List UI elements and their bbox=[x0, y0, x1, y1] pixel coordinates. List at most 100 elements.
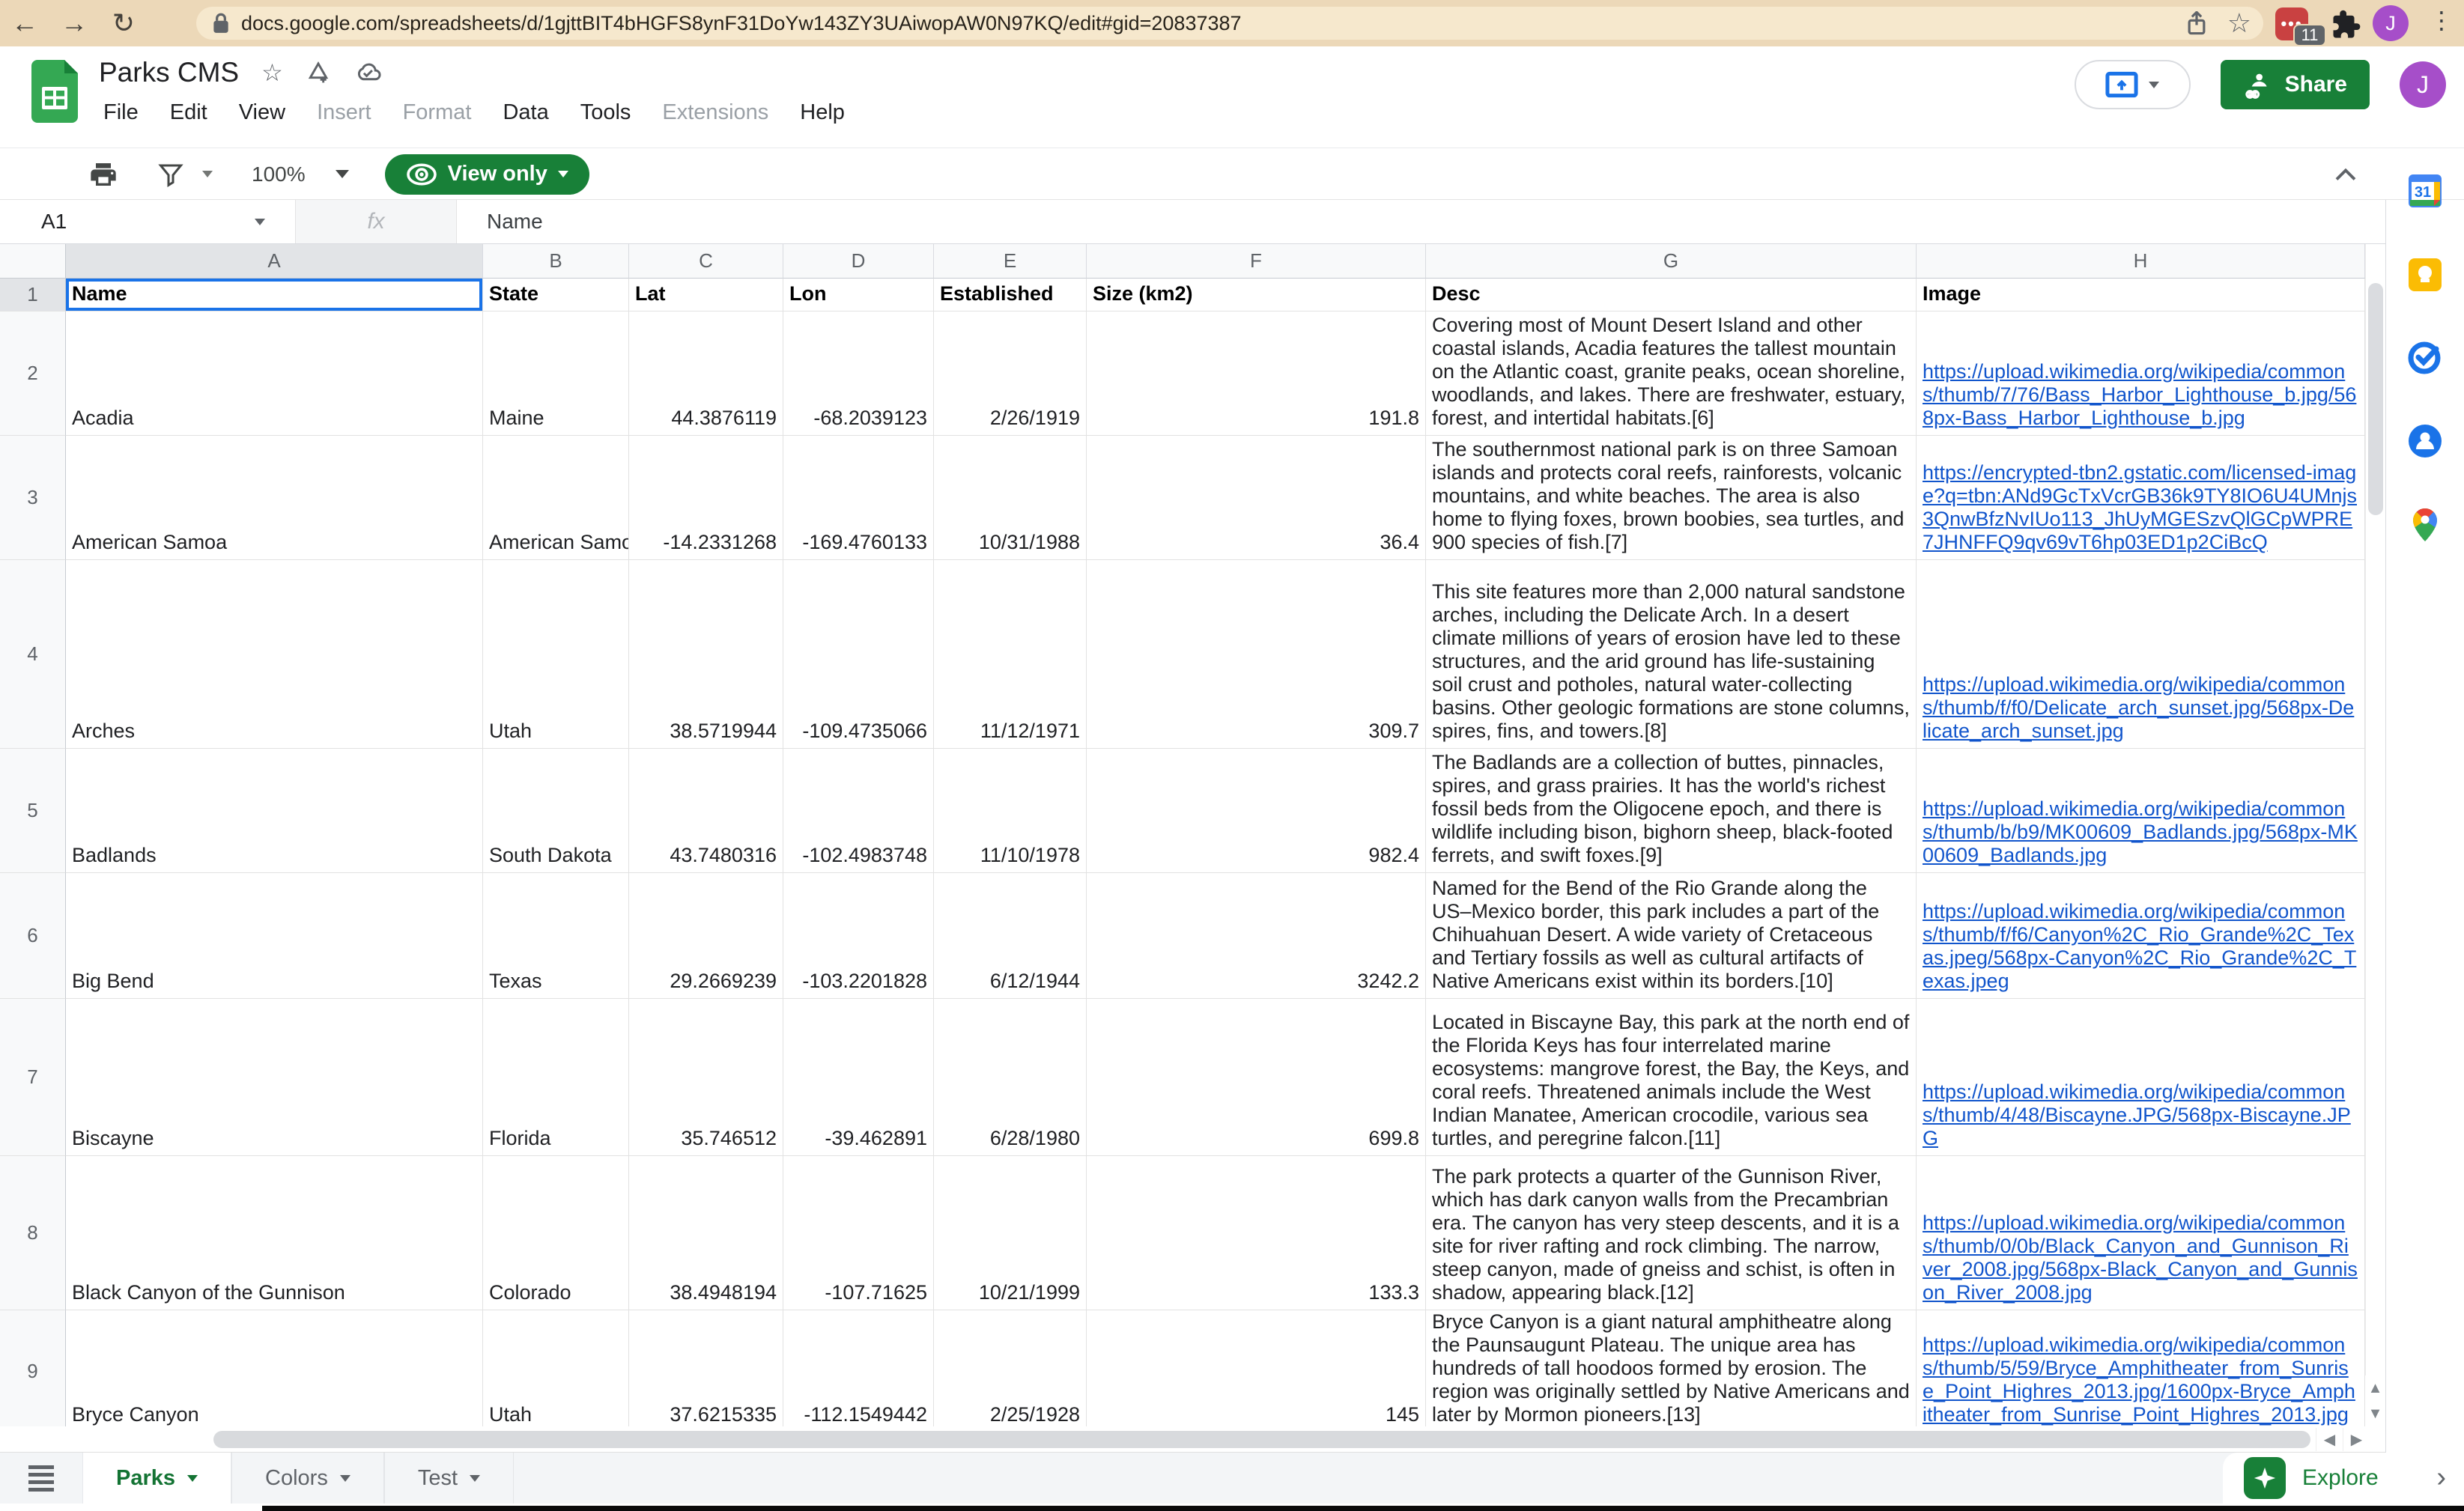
cell-B2[interactable]: Maine bbox=[483, 311, 629, 436]
contacts-icon[interactable] bbox=[2406, 422, 2445, 460]
formula-input[interactable]: Name bbox=[457, 210, 543, 234]
sheet-tab-caret-icon[interactable] bbox=[470, 1475, 480, 1482]
calendar-icon[interactable]: 31 bbox=[2406, 171, 2445, 210]
cell-F3[interactable]: 36.4 bbox=[1087, 436, 1426, 560]
menu-tools[interactable]: Tools bbox=[580, 100, 631, 125]
cell-E3[interactable]: 10/31/1988 bbox=[934, 436, 1087, 560]
horizontal-scrollbar[interactable]: ◀ ▶ bbox=[0, 1426, 2464, 1453]
image-link[interactable]: https://upload.wikimedia.org/wikipedia/c… bbox=[1923, 360, 2358, 430]
zoom-caret-icon[interactable] bbox=[336, 170, 349, 178]
cell-A2[interactable]: Acadia bbox=[66, 311, 483, 436]
expand-side-panel-icon[interactable]: › bbox=[2436, 1462, 2446, 1494]
star-icon[interactable]: ☆ bbox=[261, 58, 283, 87]
cell-A4[interactable]: Arches bbox=[66, 560, 483, 749]
print-icon[interactable] bbox=[88, 159, 118, 189]
cell-E9[interactable]: 2/25/1928 bbox=[934, 1310, 1087, 1426]
cell-F4[interactable]: 309.7 bbox=[1087, 560, 1426, 749]
menu-file[interactable]: File bbox=[103, 100, 139, 125]
cell-C7[interactable]: 35.746512 bbox=[629, 999, 783, 1156]
cell-G3[interactable]: The southernmost national park is on thr… bbox=[1426, 436, 1917, 560]
sheet-tab-caret-icon[interactable] bbox=[340, 1475, 351, 1482]
cell-C2[interactable]: 44.3876119 bbox=[629, 311, 783, 436]
column-header-F[interactable]: F bbox=[1087, 244, 1426, 279]
cell-B9[interactable]: Utah bbox=[483, 1310, 629, 1426]
sheet-tab-colors[interactable]: Colors bbox=[231, 1453, 384, 1504]
row-header-3[interactable]: 3 bbox=[0, 436, 66, 560]
column-header-G[interactable]: G bbox=[1426, 244, 1917, 279]
add-shortcut-icon[interactable] bbox=[306, 61, 331, 85]
cell-E1[interactable]: Established bbox=[934, 279, 1087, 311]
filter-caret-icon[interactable] bbox=[202, 171, 213, 177]
cell-G9[interactable]: Bryce Canyon is a giant natural amphithe… bbox=[1426, 1310, 1917, 1426]
tasks-icon[interactable] bbox=[2406, 338, 2445, 377]
cell-D6[interactable]: -103.2201828 bbox=[783, 873, 934, 999]
cell-G7[interactable]: Located in Biscayne Bay, this park at th… bbox=[1426, 999, 1917, 1156]
cell-C3[interactable]: -14.2331268 bbox=[629, 436, 783, 560]
cell-B8[interactable]: Colorado bbox=[483, 1156, 629, 1310]
cell-H3[interactable]: https://encrypted-tbn2.gstatic.com/licen… bbox=[1917, 436, 2365, 560]
menu-help[interactable]: Help bbox=[800, 100, 845, 125]
cell-H9[interactable]: https://upload.wikimedia.org/wikipedia/c… bbox=[1917, 1310, 2365, 1426]
cell-D9[interactable]: -112.1549442 bbox=[783, 1310, 934, 1426]
row-header-5[interactable]: 5 bbox=[0, 749, 66, 873]
all-sheets-icon[interactable] bbox=[0, 1453, 82, 1504]
cell-B7[interactable]: Florida bbox=[483, 999, 629, 1156]
cell-E6[interactable]: 6/12/1944 bbox=[934, 873, 1087, 999]
url-bar[interactable]: docs.google.com/spreadsheets/d/1gjttBIT4… bbox=[196, 7, 2263, 40]
vertical-scrollbar-thumb[interactable] bbox=[2368, 283, 2383, 515]
row-header-1[interactable]: 1 bbox=[0, 279, 66, 311]
cell-A9[interactable]: Bryce Canyon bbox=[66, 1310, 483, 1426]
menu-view[interactable]: View bbox=[239, 100, 285, 125]
cell-H7[interactable]: https://upload.wikimedia.org/wikipedia/c… bbox=[1917, 999, 2365, 1156]
view-only-button[interactable]: View only bbox=[385, 154, 589, 195]
cell-B3[interactable]: American Samoa bbox=[483, 436, 629, 560]
image-link[interactable]: https://upload.wikimedia.org/wikipedia/c… bbox=[1923, 673, 2358, 743]
cell-C8[interactable]: 38.4948194 bbox=[629, 1156, 783, 1310]
name-box[interactable]: A1 bbox=[0, 200, 296, 243]
cell-C6[interactable]: 29.2669239 bbox=[629, 873, 783, 999]
row-header-2[interactable]: 2 bbox=[0, 311, 66, 436]
cell-E5[interactable]: 11/10/1978 bbox=[934, 749, 1087, 873]
scroll-down-icon[interactable]: ▼ bbox=[2365, 1401, 2385, 1426]
cell-C5[interactable]: 43.7480316 bbox=[629, 749, 783, 873]
cell-A6[interactable]: Big Bend bbox=[66, 873, 483, 999]
maps-icon[interactable] bbox=[2406, 505, 2445, 544]
scroll-up-icon[interactable]: ▲ bbox=[2365, 1375, 2385, 1401]
cell-D7[interactable]: -39.462891 bbox=[783, 999, 934, 1156]
forward-icon[interactable]: → bbox=[49, 7, 99, 39]
cell-A5[interactable]: Badlands bbox=[66, 749, 483, 873]
image-link[interactable]: https://upload.wikimedia.org/wikipedia/c… bbox=[1923, 900, 2358, 993]
row-header-8[interactable]: 8 bbox=[0, 1156, 66, 1310]
cell-E8[interactable]: 10/21/1999 bbox=[934, 1156, 1087, 1310]
keep-icon[interactable] bbox=[2406, 255, 2445, 294]
select-all-corner[interactable] bbox=[0, 244, 66, 279]
vertical-scrollbar[interactable] bbox=[2365, 244, 2385, 1426]
column-header-H[interactable]: H bbox=[1917, 244, 2365, 279]
scroll-left-icon[interactable]: ◀ bbox=[2316, 1428, 2343, 1451]
cell-B5[interactable]: South Dakota bbox=[483, 749, 629, 873]
column-header-B[interactable]: B bbox=[483, 244, 629, 279]
sheet-tab-caret-icon[interactable] bbox=[187, 1475, 198, 1482]
column-header-E[interactable]: E bbox=[934, 244, 1087, 279]
cell-H5[interactable]: https://upload.wikimedia.org/wikipedia/c… bbox=[1917, 749, 2365, 873]
cell-F8[interactable]: 133.3 bbox=[1087, 1156, 1426, 1310]
column-header-A[interactable]: A bbox=[66, 244, 483, 279]
cell-F1[interactable]: Size (km2) bbox=[1087, 279, 1426, 311]
cell-G8[interactable]: The park protects a quarter of the Gunni… bbox=[1426, 1156, 1917, 1310]
share-page-icon[interactable] bbox=[2185, 11, 2208, 35]
account-avatar[interactable]: J bbox=[2400, 61, 2446, 108]
sheet-tab-test[interactable]: Test bbox=[384, 1453, 514, 1504]
cell-C1[interactable]: Lat bbox=[629, 279, 783, 311]
row-header-6[interactable]: 6 bbox=[0, 873, 66, 999]
cell-A1[interactable]: Name bbox=[66, 279, 483, 311]
cell-E7[interactable]: 6/28/1980 bbox=[934, 999, 1087, 1156]
cell-F7[interactable]: 699.8 bbox=[1087, 999, 1426, 1156]
cell-A7[interactable]: Biscayne bbox=[66, 999, 483, 1156]
document-title[interactable]: Parks CMS bbox=[99, 57, 239, 88]
cell-H6[interactable]: https://upload.wikimedia.org/wikipedia/c… bbox=[1917, 873, 2365, 999]
cell-D4[interactable]: -109.4735066 bbox=[783, 560, 934, 749]
cell-E2[interactable]: 2/26/1919 bbox=[934, 311, 1087, 436]
row-header-4[interactable]: 4 bbox=[0, 560, 66, 749]
cell-G5[interactable]: The Badlands are a collection of buttes,… bbox=[1426, 749, 1917, 873]
reload-icon[interactable]: ↻ bbox=[99, 7, 148, 39]
